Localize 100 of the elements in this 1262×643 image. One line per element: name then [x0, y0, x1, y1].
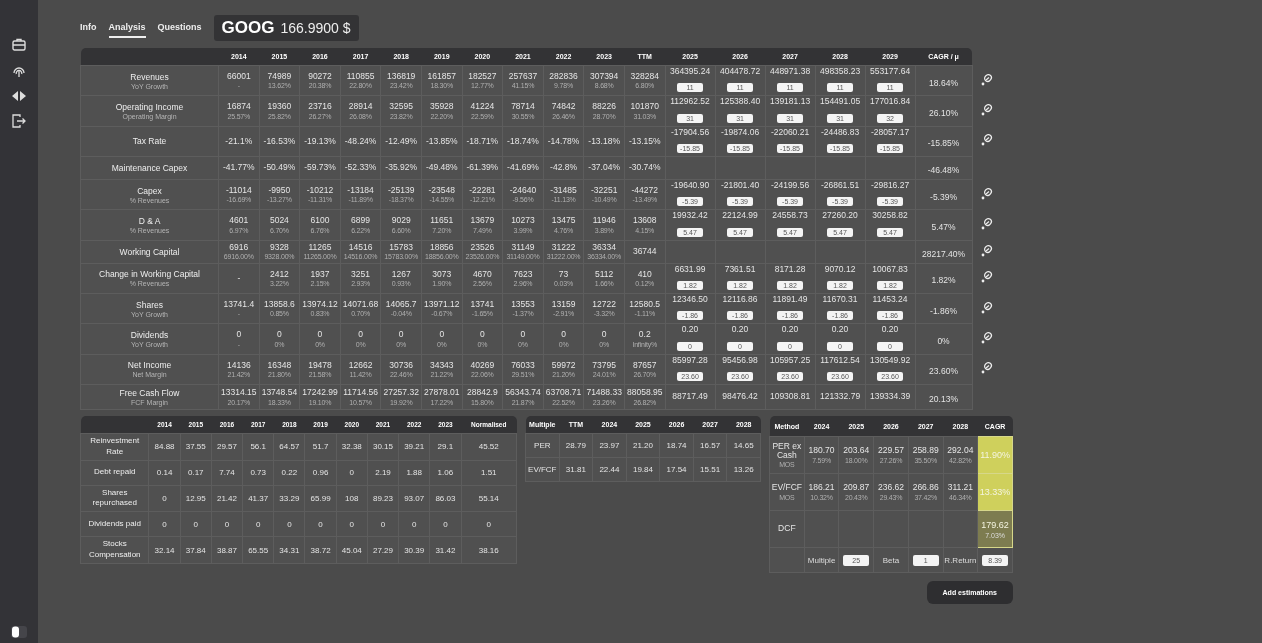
cagr-value: 0%: [937, 336, 950, 347]
forecast-value: 98476.42: [721, 392, 759, 402]
cell-value: 307394: [588, 72, 620, 82]
cell-value: 101870: [629, 102, 660, 112]
table-cell: 38.16: [478, 545, 499, 555]
brush-icon[interactable]: [981, 186, 994, 200]
forecast-value: 8171.28: [773, 264, 807, 275]
cell-value: 13741: [469, 300, 496, 310]
tab[interactable]: Questions: [157, 18, 202, 38]
table-cell: 51.7: [312, 442, 329, 452]
cell-value: 23716: [307, 102, 333, 112]
cell-value: -19.13%: [303, 136, 337, 147]
table-cell: 0: [255, 519, 261, 529]
left-right-arrows-icon[interactable]: [12, 91, 26, 101]
cell-value: 18856: [428, 243, 455, 253]
cell-value: -42.8%: [549, 163, 578, 173]
cell-value: -41.69%: [506, 163, 540, 173]
brush-icon[interactable]: [981, 72, 994, 86]
brush-icon[interactable]: [981, 243, 994, 257]
table-cell: 37.84: [185, 545, 206, 555]
forecast-value: 139334.39: [868, 392, 912, 402]
cell-value: 35928: [428, 102, 455, 112]
briefcase-icon[interactable]: [12, 38, 26, 51]
metric-name: Operating Income: [114, 102, 185, 112]
price-value: 229.57: [876, 446, 905, 456]
cell-value: -13184: [346, 186, 375, 196]
table-cell: 16.57: [700, 441, 721, 451]
brush-icon[interactable]: [981, 133, 994, 147]
brush-icon[interactable]: [981, 103, 994, 116]
cagr-value: 1.82%: [931, 275, 956, 286]
cell-value: 12722: [591, 300, 617, 310]
cell-value: 13159: [550, 300, 577, 310]
cell-value: 0: [560, 330, 567, 340]
cell-value: 32595: [388, 102, 414, 112]
cell-value: 13608: [631, 216, 658, 226]
cell-value: 41224: [469, 102, 496, 112]
cell-value: 56343.74: [504, 388, 542, 398]
table-cell: 45.04: [341, 545, 362, 555]
cell-value: -18.71%: [465, 136, 500, 147]
forecast-value: 11670.31: [821, 295, 859, 305]
cell-value: -52.33%: [343, 163, 378, 173]
toggle-icon[interactable]: [11, 626, 27, 638]
cagr-value: 28217.40%: [922, 248, 966, 259]
cell-value: 3073: [431, 269, 453, 280]
brush-icon[interactable]: [981, 217, 994, 231]
cell-value: -31485: [549, 186, 578, 196]
table-cell: 32.38: [341, 442, 362, 452]
brush-icon[interactable]: [981, 270, 994, 284]
cell-value: 6899: [350, 216, 372, 226]
cell-value: 14516: [347, 243, 374, 253]
cell-value: -13.18%: [587, 136, 621, 147]
cell-value: -30.74%: [627, 163, 662, 173]
cell-value: 13971.12: [423, 300, 461, 310]
metric-name: Shares: [135, 299, 164, 310]
forecast-value: 364395.24: [668, 67, 712, 77]
logout-icon[interactable]: [12, 114, 26, 128]
cell-value: 9328: [268, 243, 290, 253]
table-cell: 12.95: [185, 494, 206, 503]
cell-value: 5112: [594, 269, 615, 280]
row-label: Shares repurchased: [91, 487, 138, 510]
table-cell: 0: [486, 519, 491, 529]
forecast-value: 7361.51: [723, 264, 757, 275]
method-name: PER ex Cash: [771, 441, 803, 461]
cell-value: 3251: [350, 269, 372, 280]
forecast-value: -22060.21: [769, 127, 811, 138]
cell-value: -24640: [508, 186, 538, 196]
table-cell: 32.14: [154, 545, 175, 555]
price-value: 203.64: [842, 446, 871, 456]
brush-icon[interactable]: [981, 331, 994, 345]
forecast-value: 9070.12: [823, 264, 857, 275]
forecast-value: -21801.40: [719, 181, 761, 191]
cell-value: 40269: [469, 360, 496, 371]
cell-value: 161857: [426, 72, 457, 82]
table-cell: 17.54: [666, 465, 687, 475]
row-label: EV/FCF: [528, 465, 557, 475]
forecast-value: 27260.20: [821, 211, 859, 221]
table-cell: 0: [411, 519, 417, 529]
cell-value: 19360: [266, 102, 293, 112]
brush-icon[interactable]: [981, 361, 994, 375]
row-label: Debt repaid: [93, 467, 137, 479]
cell-value: 7623: [512, 269, 534, 280]
forecast-value: 130549.92: [868, 355, 912, 366]
cell-value: 73: [557, 269, 570, 280]
cell-value: 59972: [550, 360, 577, 371]
table-cell: 86.03: [435, 494, 456, 503]
cell-value: 328284: [629, 72, 660, 82]
cell-value: 78714: [510, 102, 536, 112]
cell-value: 0: [235, 330, 243, 340]
cell-value: -50.49%: [262, 163, 297, 173]
cell-value: 31149: [510, 243, 536, 253]
forecast-value: -24486.83: [819, 127, 861, 138]
cell-value: 88058.95: [626, 388, 664, 398]
forecast-value: -26861.51: [819, 181, 861, 191]
cell-value: 74989: [266, 72, 293, 82]
forecast-value: 498358.23: [818, 67, 862, 77]
table-cell: 7.74: [219, 468, 235, 478]
tab[interactable]: Analysis: [108, 18, 146, 38]
forecast-value: 0.20: [780, 325, 800, 335]
brush-icon[interactable]: [981, 300, 994, 314]
tab[interactable]: Info: [80, 18, 97, 38]
